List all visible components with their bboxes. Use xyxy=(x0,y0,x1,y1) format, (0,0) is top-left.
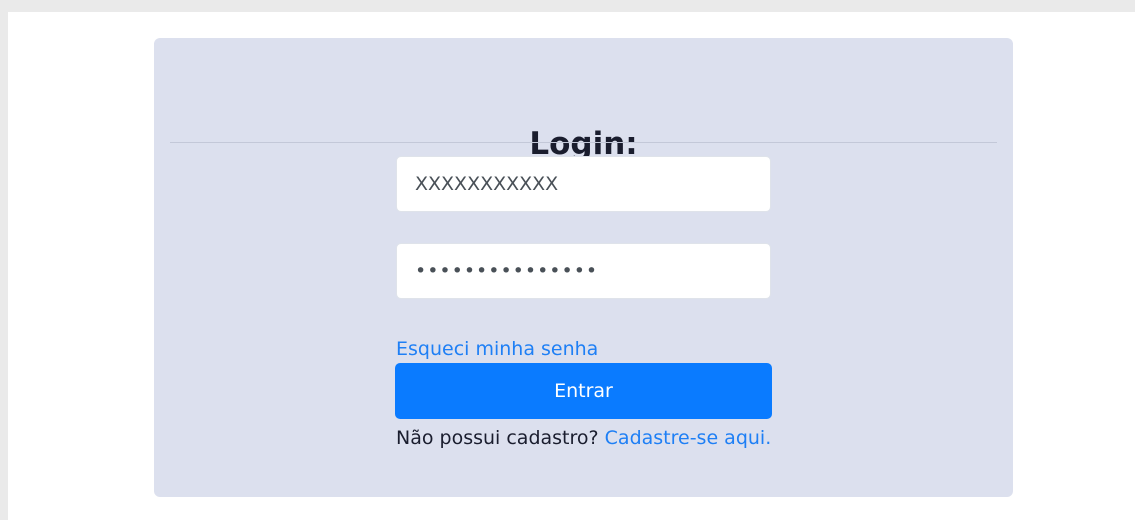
username-input[interactable] xyxy=(396,156,771,212)
title-divider xyxy=(170,142,997,143)
password-input[interactable] xyxy=(396,243,771,299)
signup-link[interactable]: Cadastre-se aqui. xyxy=(605,427,772,449)
login-button[interactable]: Entrar xyxy=(395,363,772,419)
signup-row: Não possui cadastro? Cadastre-se aqui. xyxy=(396,426,771,450)
forgot-password-link[interactable]: Esqueci minha senha xyxy=(396,337,598,361)
signup-prompt: Não possui cadastro? xyxy=(396,427,599,449)
